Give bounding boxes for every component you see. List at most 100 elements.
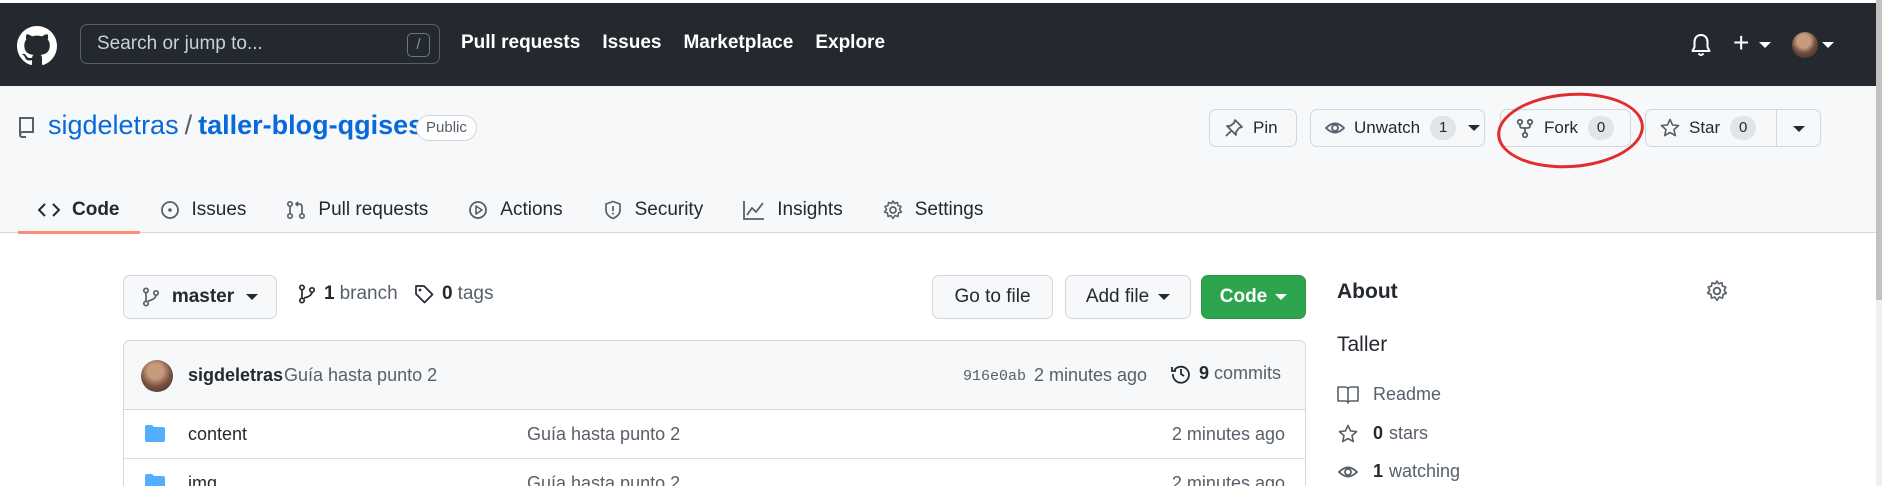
pull-request-icon <box>287 200 306 219</box>
tab-pull-requests[interactable]: Pull requests <box>266 186 448 233</box>
tab-issues-label: Issues <box>191 198 247 220</box>
commits-link[interactable]: 9 commits <box>1171 363 1281 384</box>
nav-issues[interactable]: Issues <box>602 32 661 54</box>
create-new-caret-icon[interactable] <box>1759 42 1771 48</box>
stars-count: 0 <box>1373 423 1384 443</box>
file-list: sigdeletras Guía hasta punto 2 916e0ab 2… <box>123 340 1306 486</box>
branch-icon <box>298 284 316 304</box>
tab-security-label: Security <box>634 198 704 220</box>
tab-insights-label: Insights <box>777 198 843 220</box>
gear-icon <box>883 199 902 219</box>
tab-settings[interactable]: Settings <box>863 186 1004 233</box>
branch-name: master <box>171 286 235 307</box>
commit-message[interactable]: Guía hasta punto 2 <box>284 365 437 386</box>
branch-label: branch <box>339 283 398 304</box>
star-button[interactable]: Star 0 <box>1645 109 1821 147</box>
about-description: Taller <box>1337 333 1388 356</box>
repo-icon <box>19 117 34 138</box>
tab-actions[interactable]: Actions <box>448 186 582 233</box>
tags-link[interactable]: 0 tags <box>414 283 494 305</box>
branch-count-link[interactable]: 1 branch <box>298 283 398 305</box>
watching-link[interactable]: 1 watching <box>1337 461 1460 482</box>
tab-issues[interactable]: Issues <box>140 186 267 233</box>
add-file-button[interactable]: Add file <box>1065 275 1191 319</box>
file-name[interactable]: img <box>188 473 217 486</box>
pin-button[interactable]: Pin <box>1209 109 1297 147</box>
repo-separator: / <box>184 110 193 140</box>
tab-pull-requests-label: Pull requests <box>318 198 429 220</box>
folder-icon <box>145 474 165 486</box>
file-commit-time: 2 minutes ago <box>1171 473 1285 486</box>
file-commit-message[interactable]: Guía hasta punto 2 <box>527 473 680 486</box>
about-heading: About <box>1337 280 1398 303</box>
tab-code[interactable]: Code <box>18 186 140 234</box>
star-icon <box>1660 118 1680 137</box>
tab-security[interactable]: Security <box>583 186 724 233</box>
actions-icon <box>469 200 488 219</box>
user-menu-caret-icon[interactable] <box>1822 42 1834 48</box>
commit-sha[interactable]: 916e0ab <box>963 368 1026 385</box>
star-list-dropdown[interactable] <box>1776 110 1820 146</box>
unwatch-label: Unwatch <box>1354 118 1421 137</box>
shield-icon <box>604 200 621 219</box>
branch-select[interactable]: master <box>123 275 277 319</box>
folder-icon <box>145 425 165 442</box>
eye-icon <box>1325 122 1345 134</box>
commit-author-avatar[interactable] <box>141 360 173 392</box>
pin-label: Pin <box>1253 118 1278 137</box>
nav-marketplace[interactable]: Marketplace <box>683 32 793 54</box>
commit-count-label: commits <box>1214 363 1282 383</box>
stars-link[interactable]: 0 stars <box>1337 423 1428 444</box>
repo-header: sigdeletras / taller-blog-qgises Public Pi… <box>0 86 1876 234</box>
fork-button[interactable]: Fork 0 <box>1500 109 1631 147</box>
repo-name-link[interactable]: taller-blog-qgises <box>198 110 423 140</box>
code-button[interactable]: Code <box>1201 275 1306 319</box>
book-icon <box>1337 385 1359 404</box>
go-to-file-button[interactable]: Go to file <box>932 275 1053 319</box>
watch-counter: 1 <box>1430 116 1457 140</box>
file-commit-message[interactable]: Guía hasta punto 2 <box>527 424 680 445</box>
fork-counter: 0 <box>1588 116 1614 140</box>
github-logo-icon[interactable] <box>17 26 57 66</box>
search-shortcut-hint: / <box>407 33 430 57</box>
bell-icon[interactable] <box>1690 33 1712 57</box>
repo-owner-link[interactable]: sigdeletras <box>48 110 179 140</box>
nav-explore[interactable]: Explore <box>815 32 885 54</box>
tab-insights[interactable]: Insights <box>723 186 862 233</box>
readme-link[interactable]: Readme <box>1337 384 1441 405</box>
fork-label: Fork <box>1544 118 1578 137</box>
page-scrollbar[interactable] <box>1876 0 1882 486</box>
create-new-icon[interactable]: + <box>1733 29 1749 57</box>
pin-icon <box>1225 119 1243 137</box>
nav-pull-requests[interactable]: Pull requests <box>461 32 580 54</box>
global-header: / Pull requests Issues Marketplace Explo… <box>0 0 1882 86</box>
commit-author[interactable]: sigdeletras <box>188 365 283 386</box>
gear-icon[interactable] <box>1706 280 1728 302</box>
code-button-label: Code <box>1219 286 1268 307</box>
stars-label: stars <box>1389 423 1429 443</box>
star-caret-icon <box>1793 126 1805 132</box>
repo-tabs: Code Issues Pull requests Actions Securi… <box>18 186 1004 234</box>
fork-icon <box>1516 118 1534 138</box>
file-row[interactable]: content Guía hasta punto 2 2 minutes ago <box>124 410 1305 459</box>
star-icon <box>1338 424 1358 442</box>
readme-label: Readme <box>1373 384 1442 404</box>
unwatch-button[interactable]: Unwatch 1 <box>1310 109 1485 147</box>
eye-icon <box>1337 466 1359 477</box>
search-box[interactable]: / <box>80 24 440 64</box>
search-input[interactable] <box>81 25 439 63</box>
tag-icon <box>415 285 434 304</box>
file-name[interactable]: content <box>188 424 247 445</box>
add-file-caret-icon <box>1158 294 1171 300</box>
latest-commit-bar: sigdeletras Guía hasta punto 2 916e0ab 2… <box>124 341 1305 410</box>
watch-caret-icon[interactable] <box>1468 125 1481 131</box>
user-avatar[interactable] <box>1792 32 1818 58</box>
branch-icon <box>142 287 159 307</box>
file-row[interactable]: img Guía hasta punto 2 2 minutes ago <box>124 459 1305 486</box>
branch-count: 1 <box>324 283 335 304</box>
scrollbar-thumb[interactable] <box>1876 0 1882 300</box>
tab-actions-label: Actions <box>500 198 563 220</box>
issue-icon <box>160 200 179 219</box>
tag-count: 0 <box>442 283 453 304</box>
history-icon <box>1171 365 1190 384</box>
